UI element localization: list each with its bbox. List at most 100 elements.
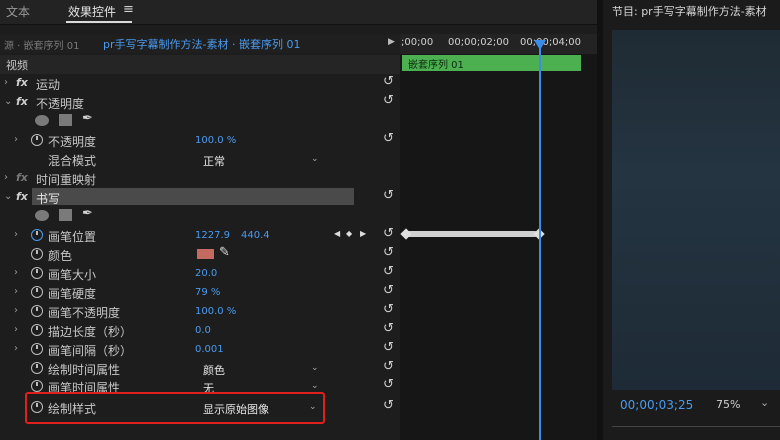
fx-icon[interactable]: fx [16,76,28,89]
stopwatch-active-icon[interactable] [31,229,43,241]
reset-icon[interactable]: ↺ [383,321,394,336]
fx-icon[interactable]: fx [16,190,28,203]
motion-row[interactable]: › fx 运动 ↺ [0,74,400,93]
reset-icon[interactable]: ↺ [383,131,394,146]
brush-position-x[interactable]: 1227.9 [195,230,230,241]
reset-icon[interactable]: ↺ [383,245,394,260]
keyframe-track[interactable] [404,231,538,237]
chevron-down-icon[interactable]: ⌄ [311,363,319,373]
reset-icon[interactable]: ↺ [383,340,394,355]
reset-icon[interactable]: ↺ [383,377,394,392]
opacity-row[interactable]: ⌄ fx 不透明度 ↺ [0,93,400,112]
ellipse-mask-icon[interactable] [35,115,49,126]
hamburger-icon[interactable]: ≡ [123,2,134,17]
reset-icon[interactable]: ↺ [383,283,394,298]
brush-hardness-value[interactable]: 79 % [195,287,220,298]
opacity-param-row[interactable]: › 不透明度 100.0 % ↺ [0,131,400,150]
stopwatch-icon[interactable] [31,267,43,279]
stopwatch-icon[interactable] [31,324,43,336]
chevron-right-icon[interactable]: › [14,343,18,354]
chevron-right-icon[interactable]: › [14,305,18,316]
pen-mask-icon[interactable]: ✒ [82,111,93,126]
program-monitor-video[interactable] [612,30,780,390]
collapse-arrow-icon[interactable]: ▶ [388,37,395,47]
fx-icon: fx [16,171,28,184]
time-remap-label: 时间重映射 [36,173,97,187]
chevron-down-icon[interactable]: ⌄ [4,96,12,107]
chevron-right-icon[interactable]: › [14,286,18,297]
paint-time-props-row[interactable]: 绘制时间属性 颜色 ⌄ ↺ [0,359,400,378]
stopwatch-icon[interactable] [31,380,43,392]
monitor-scrub-bar[interactable] [612,426,780,437]
stopwatch-icon[interactable] [31,305,43,317]
brush-opacity-row[interactable]: › 画笔不透明度 100.0 % ↺ [0,302,400,321]
zoom-level-dropdown[interactable]: 75% [716,398,740,411]
chevron-down-icon[interactable]: ⌄ [760,396,769,409]
tab-effect-controls[interactable]: 效果控件 [68,3,116,20]
chevron-right-icon[interactable]: › [4,172,8,183]
stroke-length-row[interactable]: › 描边长度（秒） 0.0 ↺ [0,321,400,340]
write-effect-row[interactable]: ⌄ fx 书写 ↺ [0,188,400,207]
chevron-right-icon[interactable]: › [14,134,18,145]
blend-mode-row: 混合模式 正常 ⌄ [0,150,400,169]
ruler-tc-2s: 00;00;02;00 [448,37,510,48]
brush-hardness-row[interactable]: › 画笔硬度 79 % ↺ [0,283,400,302]
opacity-param-value[interactable]: 100.0 % [195,135,236,146]
chevron-right-icon[interactable]: › [14,229,18,240]
playhead-timecode[interactable]: 00;00;03;25 [620,398,693,412]
stopwatch-icon[interactable] [31,248,43,260]
sequence-label[interactable]: pr手写字幕制作方法-素材 · 嵌套序列 01 [103,36,300,52]
reset-icon[interactable]: ↺ [383,226,394,241]
chevron-down-icon[interactable]: ⌄ [4,191,12,202]
paint-time-props-dropdown[interactable]: 颜色 [203,362,225,378]
color-row[interactable]: 颜色 ✎ ↺ [0,245,400,264]
rectangle-mask-icon[interactable] [59,209,72,221]
stopwatch-icon[interactable] [31,343,43,355]
brush-size-value[interactable]: 20.0 [195,268,217,279]
playhead-line[interactable] [539,42,541,440]
brush-opacity-value[interactable]: 100.0 % [195,306,236,317]
program-monitor-title[interactable]: 节目: pr手写字幕制作方法-素材 [612,3,767,19]
next-keyframe-icon[interactable]: ▶ [360,229,366,238]
brush-position-row[interactable]: › 画笔位置 1227.9 440.4 ◀ ◆ ▶ ↺ [0,226,400,245]
prev-keyframe-icon[interactable]: ◀ [334,229,340,238]
eyedropper-icon[interactable]: ✎ [219,245,230,260]
brush-opacity-label: 画笔不透明度 [48,306,121,320]
stroke-length-value[interactable]: 0.0 [195,325,211,336]
chevron-down-icon[interactable]: ⌄ [311,381,319,391]
brush-position-y[interactable]: 440.4 [241,230,270,241]
reset-icon[interactable]: ↺ [383,359,394,374]
source-label[interactable]: 源 · 嵌套序列 01 [4,37,79,52]
brush-spacing-row[interactable]: › 画笔间隔（秒） 0.001 ↺ [0,340,400,359]
nested-sequence-clip[interactable]: 嵌套序列 01 [402,55,581,71]
tab-text[interactable]: 文本 [6,3,30,20]
rectangle-mask-icon[interactable] [59,114,72,126]
time-remap-row[interactable]: › fx 时间重映射 [0,169,400,188]
stopwatch-icon[interactable] [31,286,43,298]
paint-time-props-label: 绘制时间属性 [48,363,121,377]
color-swatch[interactable] [197,249,214,259]
reset-icon[interactable]: ↺ [383,74,394,89]
pen-mask-icon[interactable]: ✒ [82,206,93,221]
fx-icon[interactable]: fx [16,95,28,108]
playhead-handle[interactable] [534,40,546,50]
chevron-right-icon[interactable]: › [14,324,18,335]
brush-spacing-value[interactable]: 0.001 [195,344,224,355]
reset-icon[interactable]: ↺ [383,188,394,203]
stopwatch-icon[interactable] [31,134,43,146]
ellipse-mask-icon[interactable] [35,210,49,221]
chevron-right-icon[interactable]: › [14,267,18,278]
reset-icon[interactable]: ↺ [383,93,394,108]
blend-mode-dropdown[interactable]: 正常 [203,153,225,169]
stopwatch-icon[interactable] [31,362,43,374]
write-effect-label: 书写 [36,192,61,206]
brush-size-row[interactable]: › 画笔大小 20.0 ↺ [0,264,400,283]
chevron-down-icon[interactable]: ⌄ [311,154,319,164]
reset-icon[interactable]: ↺ [383,398,394,413]
add-keyframe-icon[interactable]: ◆ [346,229,352,238]
stroke-length-label: 描边长度（秒） [48,325,133,339]
reset-icon[interactable]: ↺ [383,302,394,317]
reset-icon[interactable]: ↺ [383,264,394,279]
chevron-right-icon[interactable]: › [4,77,8,88]
motion-label: 运动 [36,78,61,92]
